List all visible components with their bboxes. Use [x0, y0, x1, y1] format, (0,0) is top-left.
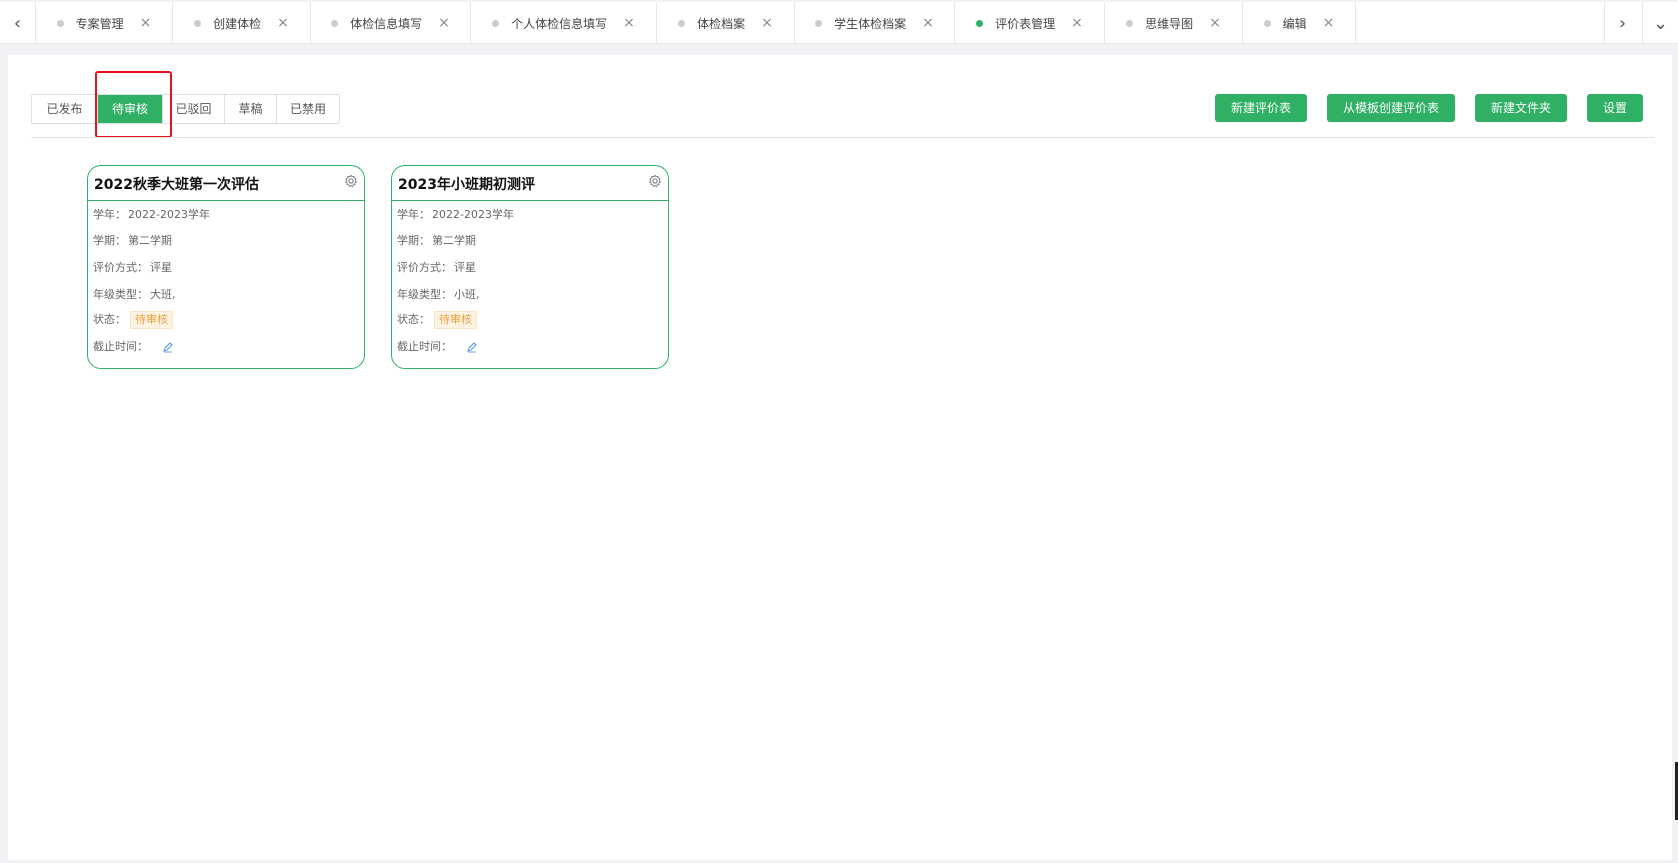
- edit-pen-icon[interactable]: [466, 341, 478, 353]
- settings-button[interactable]: 设置: [1587, 94, 1643, 122]
- card-divider: [88, 200, 364, 201]
- card-status: 状态： 待审核: [93, 311, 173, 329]
- tab-status-dot: [1263, 19, 1271, 27]
- tab-label: 学生体检档案: [834, 16, 907, 31]
- edit-pen-icon[interactable]: [162, 341, 174, 353]
- tab-bar: ‹ 专案管理 × 创建体检 × 体检信息填写 × 个人体检信息填写 × 体检档案…: [0, 2, 1678, 44]
- chevron-left-icon: ‹: [13, 12, 22, 34]
- close-icon[interactable]: ×: [438, 15, 450, 31]
- tab-student-checkup-records[interactable]: 学生体检档案 ×: [795, 2, 955, 44]
- card-title: 2022秋季大班第一次评估: [94, 177, 259, 193]
- tab-status-dot: [56, 19, 64, 27]
- tab-status-dot: [678, 19, 686, 27]
- evaluation-card[interactable]: 2023年小班期初测评 学年： 2022-2023学年 学期： 第二学期 评价方式：…: [391, 165, 669, 369]
- close-icon[interactable]: ×: [1209, 15, 1221, 31]
- tab-checkup-info-entry[interactable]: 体检信息填写 ×: [311, 2, 471, 44]
- card-eval-method: 评价方式： 评星: [397, 261, 476, 274]
- tab-label: 个人体检信息填写: [511, 16, 608, 31]
- tab-status-dot: [976, 19, 984, 27]
- scroll-left-button[interactable]: ‹: [0, 2, 36, 44]
- tab-case-management[interactable]: 专案管理 ×: [36, 2, 173, 44]
- tab-mind-map[interactable]: 思维导图 ×: [1105, 2, 1243, 44]
- tab-create-checkup[interactable]: 创建体检 ×: [173, 2, 311, 44]
- status-badge: 待审核: [434, 311, 477, 329]
- evaluation-card[interactable]: 2022秋季大班第一次评估 学年： 2022-2023学年 学期： 第二学期 评价方…: [87, 165, 365, 369]
- tab-edit[interactable]: 编辑 ×: [1243, 2, 1356, 44]
- tab-label: 体检信息填写: [350, 16, 423, 31]
- scroll-right-button[interactable]: ›: [1604, 2, 1640, 44]
- tab-status-dot: [1126, 19, 1134, 27]
- tab-evaluation-management[interactable]: 评价表管理 ×: [955, 2, 1105, 44]
- toolbar-divider: [31, 137, 1654, 138]
- main-panel: 已发布 待审核 已驳回 草稿 已禁用 新建评价表 从模板创建评价表 新建文件夹 …: [8, 55, 1672, 860]
- tab-status-dot: [492, 19, 500, 27]
- card-grade-type: 年级类型： 小班,: [397, 288, 480, 301]
- close-icon[interactable]: ×: [140, 15, 152, 31]
- new-evaluation-form-button[interactable]: 新建评价表: [1215, 94, 1307, 122]
- card-deadline: 截止时间：: [397, 338, 478, 354]
- filter-disabled[interactable]: 已禁用: [277, 95, 339, 123]
- tab-label: 编辑: [1282, 16, 1307, 31]
- tab-personal-checkup-entry[interactable]: 个人体检信息填写 ×: [471, 2, 657, 44]
- tab-label: 思维导图: [1145, 16, 1194, 31]
- new-folder-button[interactable]: 新建文件夹: [1475, 94, 1567, 122]
- gear-icon[interactable]: [344, 174, 358, 188]
- tab-label: 评价表管理: [995, 16, 1056, 31]
- tab-menu-button[interactable]: ⌄: [1642, 2, 1678, 44]
- tab-status-dot: [331, 19, 339, 27]
- card-term: 学期： 第二学期: [397, 234, 476, 247]
- chevron-down-icon: ⌄: [1652, 12, 1669, 34]
- gear-icon[interactable]: [648, 174, 662, 188]
- card-status: 状态： 待审核: [397, 311, 477, 329]
- close-icon[interactable]: ×: [761, 15, 773, 31]
- tab-label: 创建体检: [213, 16, 262, 31]
- card-deadline: 截止时间：: [93, 338, 174, 354]
- status-filter-group: 已发布 待审核 已驳回 草稿 已禁用: [31, 94, 340, 124]
- filter-pending-review[interactable]: 待审核: [98, 95, 163, 123]
- card-title: 2023年小班期初测评: [398, 177, 535, 193]
- create-from-template-button[interactable]: 从模板创建评价表: [1327, 94, 1455, 122]
- card-school-year: 学年： 2022-2023学年: [397, 208, 514, 221]
- status-badge: 待审核: [130, 311, 173, 329]
- close-icon[interactable]: ×: [1323, 15, 1335, 31]
- tab-checkup-records[interactable]: 体检档案 ×: [657, 2, 795, 44]
- chevron-right-icon: ›: [1618, 12, 1627, 34]
- filter-rejected[interactable]: 已驳回: [163, 95, 225, 123]
- filter-published[interactable]: 已发布: [32, 95, 98, 123]
- card-term: 学期： 第二学期: [93, 234, 172, 247]
- tab-list: 专案管理 × 创建体检 × 体检信息填写 × 个人体检信息填写 × 体检档案 ×…: [36, 2, 1356, 44]
- tab-status-dot: [194, 19, 202, 27]
- card-school-year: 学年： 2022-2023学年: [93, 208, 210, 221]
- card-grade-type: 年级类型： 大班,: [93, 288, 176, 301]
- tab-status-dot: [815, 19, 823, 27]
- filter-draft[interactable]: 草稿: [225, 95, 277, 123]
- tab-label: 体检档案: [697, 16, 746, 31]
- tab-label: 专案管理: [75, 16, 124, 31]
- close-icon[interactable]: ×: [922, 15, 934, 31]
- close-icon[interactable]: ×: [277, 15, 289, 31]
- close-icon[interactable]: ×: [1071, 15, 1083, 31]
- card-divider: [392, 200, 668, 201]
- card-eval-method: 评价方式： 评星: [93, 261, 172, 274]
- close-icon[interactable]: ×: [623, 15, 635, 31]
